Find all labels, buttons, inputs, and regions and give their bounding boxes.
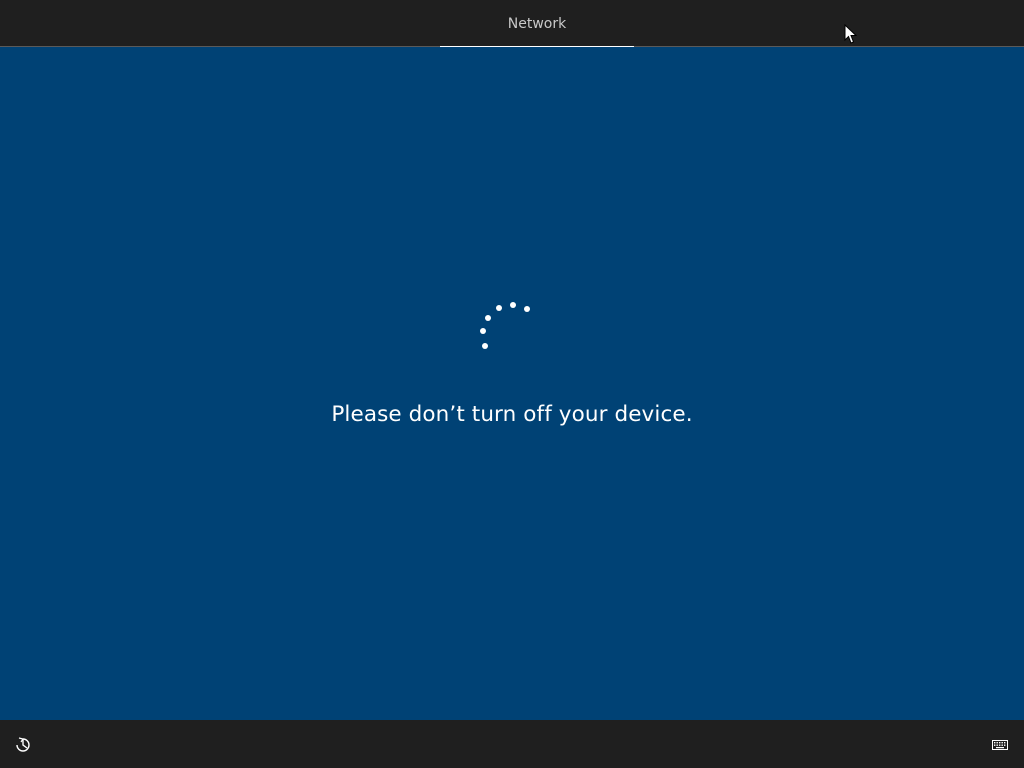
ease-of-access-icon	[16, 737, 30, 752]
spinner-dot	[480, 328, 486, 334]
bottom-toolbar	[0, 720, 1024, 768]
setup-screen: Network Please don’t turn off your devic…	[0, 0, 1024, 768]
main-content-panel: Please don’t turn off your device.	[0, 47, 1024, 720]
spinner-dot	[482, 343, 488, 349]
spinner-dot	[496, 305, 502, 311]
on-screen-keyboard-button[interactable]	[986, 735, 1014, 755]
top-navigation-bar: Network	[0, 0, 1024, 48]
spinner-dot	[510, 302, 516, 308]
spinner-dot	[524, 306, 530, 312]
ease-of-access-button[interactable]	[10, 734, 36, 756]
keyboard-icon	[992, 740, 1008, 750]
tab-network-label: Network	[507, 16, 567, 32]
tab-network[interactable]: Network	[440, 0, 634, 48]
status-message: Please don’t turn off your device.	[331, 402, 693, 427]
loading-spinner-icon	[480, 302, 530, 349]
spinner-dot	[485, 315, 491, 321]
